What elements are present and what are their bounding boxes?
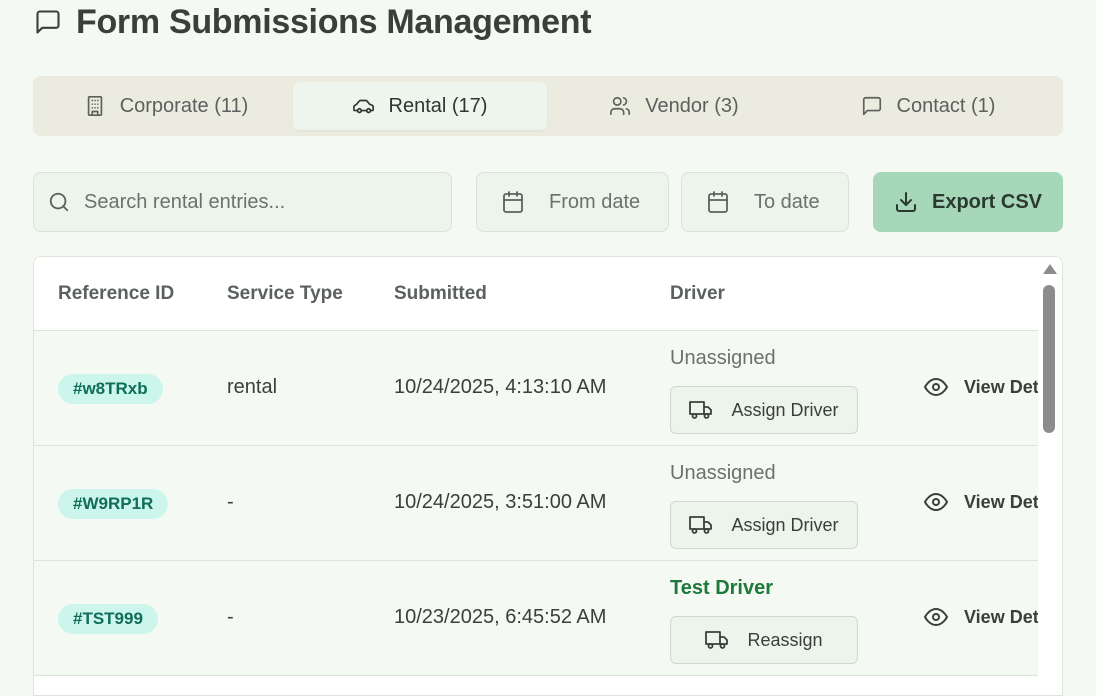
vertical-scrollbar[interactable] — [1038, 257, 1062, 695]
users-icon — [610, 96, 631, 116]
scrollbar-thumb[interactable] — [1043, 285, 1055, 433]
driver-name: Unassigned — [670, 462, 776, 484]
eye-icon — [924, 493, 948, 511]
reassign-driver-button[interactable]: Reassign — [670, 616, 858, 664]
driver-name: Unassigned — [670, 347, 776, 369]
table-row: #w8TRxb rental 10/24/2025, 4:13:10 AM Un… — [34, 331, 1062, 446]
truck-icon — [689, 401, 713, 419]
page-title: Form Submissions Management — [76, 2, 592, 41]
reassign-label: Reassign — [747, 629, 823, 650]
assign-driver-button[interactable]: Assign Driver — [670, 386, 858, 434]
assign-driver-button[interactable]: Assign Driver — [670, 501, 858, 549]
search-icon — [49, 192, 69, 212]
tab-label: Corporate (11) — [119, 94, 249, 117]
from-date-label: From date — [549, 190, 641, 213]
table-row: #W9RP1R - 10/24/2025, 3:51:00 AM Unassig… — [34, 446, 1062, 561]
search-input[interactable] — [84, 190, 437, 214]
calendar-icon — [708, 191, 728, 213]
reference-id-badge: #w8TRxb — [58, 374, 163, 404]
to-date-picker[interactable]: To date — [681, 172, 849, 232]
car-icon — [352, 99, 374, 114]
assign-driver-label: Assign Driver — [731, 514, 839, 535]
tab-label: Vendor (3) — [645, 94, 739, 117]
assign-driver-label: Assign Driver — [731, 399, 839, 420]
submitted-cell: 10/24/2025, 3:51:00 AM — [394, 491, 607, 513]
submitted-cell: 10/23/2025, 6:45:52 AM — [394, 606, 607, 628]
scroll-up-arrow-icon[interactable] — [1043, 264, 1057, 274]
tab-corporate[interactable]: Corporate (11) — [39, 82, 293, 130]
from-date-picker[interactable]: From date — [476, 172, 669, 232]
calendar-icon — [503, 191, 523, 213]
service-type-cell: rental — [227, 376, 278, 398]
service-type-cell: - — [227, 491, 234, 513]
eye-icon — [924, 378, 948, 396]
column-header-submitted: Submitted — [394, 283, 487, 304]
tab-vendor[interactable]: Vendor (3) — [547, 82, 801, 130]
export-label: Export CSV — [931, 190, 1043, 213]
search-box — [33, 172, 452, 232]
message-square-icon — [862, 96, 881, 116]
to-date-label: To date — [754, 190, 820, 213]
submissions-table: Reference ID Service Type Submitted Driv… — [33, 256, 1063, 696]
driver-name: Test Driver — [670, 577, 774, 599]
tab-rental[interactable]: Rental (17) — [293, 82, 547, 130]
column-header-service-type: Service Type — [227, 283, 343, 304]
table-header: Reference ID Service Type Submitted Driv… — [34, 257, 1040, 331]
tab-label: Contact (1) — [896, 94, 996, 117]
table-row: #TST999 - 10/23/2025, 6:45:52 AM Test Dr… — [34, 561, 1062, 676]
building-icon — [87, 96, 102, 116]
page-header: Form Submissions Management — [34, 2, 592, 42]
column-header-driver: Driver — [670, 283, 725, 304]
eye-icon — [924, 608, 948, 626]
reference-id-badge: #W9RP1R — [58, 489, 169, 519]
column-header-reference-id: Reference ID — [58, 283, 175, 304]
submitted-cell: 10/24/2025, 4:13:10 AM — [394, 376, 607, 398]
truck-icon — [689, 516, 713, 534]
export-csv-button[interactable]: Export CSV — [873, 172, 1063, 232]
service-type-cell: - — [227, 606, 234, 628]
tab-contact[interactable]: Contact (1) — [801, 82, 1055, 130]
download-icon — [895, 192, 916, 212]
reference-id-badge: #TST999 — [58, 604, 158, 634]
truck-icon — [705, 631, 729, 649]
message-square-icon — [36, 10, 60, 34]
submission-tabs: Corporate (11) Rental (17) Vendor (3) Co… — [33, 76, 1063, 136]
tab-label: Rental (17) — [388, 94, 488, 117]
